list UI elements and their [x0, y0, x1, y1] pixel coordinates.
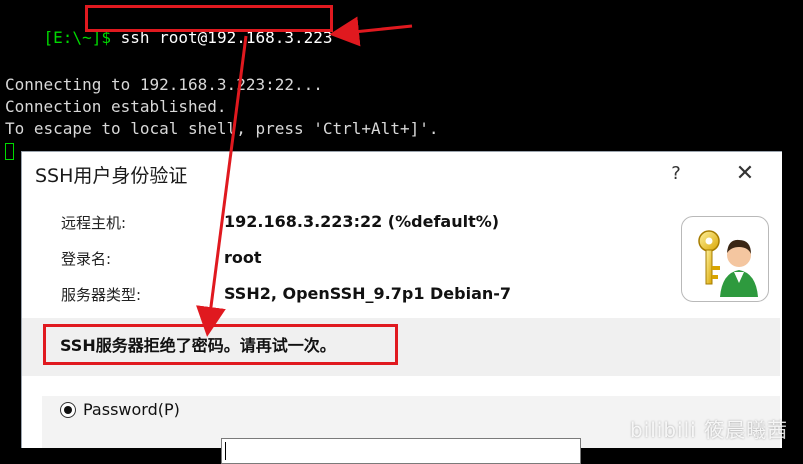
- user-key-icon: [681, 216, 769, 302]
- dialog-title: SSH用户身份验证: [35, 165, 188, 187]
- error-message: SSH服务器拒绝了密码。请再试一次。: [60, 336, 336, 355]
- terminal-output-line: Connecting to 192.168.3.223:22...: [5, 75, 323, 94]
- server-type-label: 服务器类型:: [61, 286, 142, 304]
- terminal-output-line: Connection established.: [5, 97, 227, 116]
- remote-host-label: 远程主机:: [61, 214, 127, 232]
- terminal-cursor: [5, 143, 14, 160]
- ssh-auth-dialog: SSH用户身份验证 ? ✕ 远程主机: 192.168.3.223:22 (%d…: [21, 151, 782, 464]
- server-type-value: SSH2, OpenSSH_9.7p1 Debian-7: [224, 284, 512, 303]
- remote-host-value: 192.168.3.223:22 (%default%): [224, 212, 500, 231]
- terminal-output-line: To escape to local shell, press 'Ctrl+Al…: [5, 119, 439, 138]
- login-name-value: root: [224, 248, 262, 267]
- login-name-label: 登录名:: [61, 250, 112, 268]
- text-caret: [225, 442, 226, 460]
- password-radio-label[interactable]: Password(P): [83, 400, 180, 419]
- password-radio[interactable]: [60, 402, 76, 418]
- watermark: bilibili 筱晨曦茜: [630, 418, 789, 442]
- close-button[interactable]: ✕: [725, 156, 765, 192]
- password-input[interactable]: [221, 438, 581, 464]
- command-highlight-box: [85, 5, 333, 32]
- help-button[interactable]: ?: [658, 156, 694, 192]
- dialog-titlebar[interactable]: SSH用户身份验证 ? ✕: [22, 152, 780, 196]
